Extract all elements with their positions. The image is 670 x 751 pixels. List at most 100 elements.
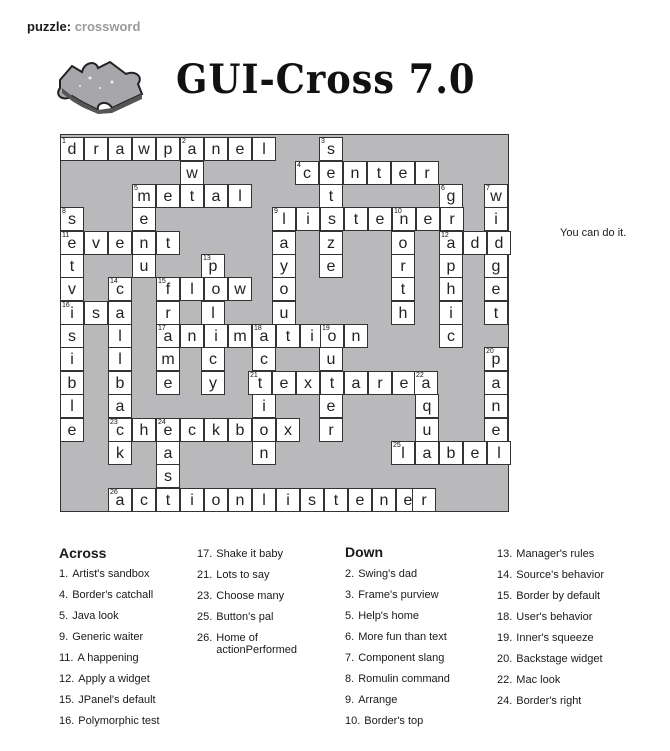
grid-cell[interactable]: r xyxy=(412,488,436,512)
grid-cell[interactable]: p xyxy=(156,137,180,161)
grid-cell[interactable]: s xyxy=(60,324,84,348)
grid-cell[interactable]: l xyxy=(252,488,276,512)
grid-cell[interactable]: u xyxy=(319,347,343,371)
grid-cell[interactable]: 22 a xyxy=(414,371,438,395)
grid-cell[interactable]: e xyxy=(392,371,416,395)
grid-cell[interactable]: g xyxy=(484,254,508,278)
grid-cell[interactable]: a xyxy=(108,301,132,325)
grid-cell[interactable]: s xyxy=(320,207,344,231)
grid-cell[interactable]: u xyxy=(272,301,296,325)
grid-cell[interactable]: 18 a xyxy=(252,324,276,348)
grid-cell[interactable]: m xyxy=(228,324,252,348)
grid-cell[interactable]: h xyxy=(391,301,415,325)
grid-cell[interactable]: l xyxy=(228,184,252,208)
grid-cell[interactable]: n xyxy=(132,231,156,255)
grid-cell[interactable]: e xyxy=(272,371,296,395)
grid-cell[interactable]: n xyxy=(484,394,508,418)
grid-cell[interactable]: t xyxy=(367,161,391,185)
grid-cell[interactable]: 15 f xyxy=(156,277,180,301)
grid-cell[interactable]: w xyxy=(132,137,156,161)
grid-cell[interactable]: t xyxy=(180,184,204,208)
grid-cell[interactable]: p xyxy=(439,254,463,278)
grid-cell[interactable]: 24 e xyxy=(156,418,180,442)
grid-cell[interactable]: t xyxy=(156,488,180,512)
grid-cell[interactable]: a xyxy=(344,371,368,395)
grid-cell[interactable]: 8s xyxy=(60,207,84,231)
grid-cell[interactable]: i xyxy=(439,301,463,325)
grid-cell[interactable]: t xyxy=(320,371,344,395)
grid-cell[interactable]: r xyxy=(156,301,180,325)
grid-cell[interactable]: z xyxy=(319,231,343,255)
grid-cell[interactable]: 4c xyxy=(295,161,319,185)
grid-cell[interactable]: n xyxy=(343,161,367,185)
grid-cell[interactable]: m xyxy=(156,347,180,371)
grid-cell[interactable]: c xyxy=(180,418,204,442)
grid-cell[interactable]: a xyxy=(204,184,228,208)
grid-cell[interactable]: n xyxy=(344,324,368,348)
grid-cell[interactable]: 1d xyxy=(60,137,84,161)
grid-cell[interactable]: a xyxy=(156,441,180,465)
grid-cell[interactable]: 23 c xyxy=(108,418,132,442)
grid-cell[interactable]: e xyxy=(156,371,180,395)
grid-cell[interactable]: n xyxy=(180,324,204,348)
grid-cell[interactable]: e xyxy=(416,207,440,231)
grid-cell[interactable]: e xyxy=(228,137,252,161)
grid-cell[interactable]: i xyxy=(60,347,84,371)
grid-cell[interactable]: q xyxy=(415,394,439,418)
grid-cell[interactable]: t xyxy=(324,488,348,512)
grid-cell[interactable]: e xyxy=(108,231,132,255)
grid-cell[interactable]: u xyxy=(132,254,156,278)
grid-cell[interactable]: e xyxy=(60,418,84,442)
grid-cell[interactable]: w xyxy=(180,161,204,185)
grid-cell[interactable]: r xyxy=(415,161,439,185)
grid-cell[interactable]: e xyxy=(463,441,487,465)
grid-cell[interactable]: o xyxy=(252,418,276,442)
grid-cell[interactable]: b xyxy=(228,418,252,442)
grid-cell[interactable]: l xyxy=(201,301,225,325)
grid-cell[interactable]: u xyxy=(415,418,439,442)
grid-cell[interactable]: 21 t xyxy=(248,371,272,395)
grid-cell[interactable]: 25 l xyxy=(391,441,415,465)
grid-cell[interactable]: h xyxy=(439,277,463,301)
grid-cell[interactable]: r xyxy=(368,371,392,395)
grid-cell[interactable]: e xyxy=(319,161,343,185)
grid-cell[interactable]: r xyxy=(440,207,464,231)
grid-cell[interactable]: 26 a xyxy=(108,488,132,512)
grid-cell[interactable]: n xyxy=(204,137,228,161)
grid-cell[interactable]: 19 o xyxy=(320,324,344,348)
grid-cell[interactable]: 16 i xyxy=(60,301,84,325)
grid-cell[interactable]: l xyxy=(487,441,511,465)
grid-cell[interactable]: k xyxy=(204,418,228,442)
grid-cell[interactable]: t xyxy=(344,207,368,231)
grid-cell[interactable]: 7w xyxy=(484,184,508,208)
grid-cell[interactable]: 10 n xyxy=(392,207,416,231)
grid-cell[interactable]: y xyxy=(272,254,296,278)
grid-cell[interactable]: 5m xyxy=(132,184,156,208)
grid-cell[interactable]: v xyxy=(60,277,84,301)
grid-cell[interactable]: 13 p xyxy=(201,254,225,278)
grid-cell[interactable]: e xyxy=(368,207,392,231)
grid-cell[interactable]: a xyxy=(108,394,132,418)
grid-cell[interactable]: r xyxy=(319,418,343,442)
grid-cell[interactable]: 3s xyxy=(319,137,343,161)
grid-cell[interactable]: t xyxy=(276,324,300,348)
grid-cell[interactable]: i xyxy=(276,488,300,512)
grid-cell[interactable]: i xyxy=(204,324,228,348)
grid-cell[interactable]: o xyxy=(391,231,415,255)
grid-cell[interactable]: h xyxy=(132,418,156,442)
grid-cell[interactable]: v xyxy=(84,231,108,255)
grid-cell[interactable]: t xyxy=(484,301,508,325)
grid-cell[interactable]: i xyxy=(252,394,276,418)
grid-cell[interactable]: l xyxy=(180,277,204,301)
grid-cell[interactable]: 20 p xyxy=(484,347,508,371)
grid-cell[interactable]: 6g xyxy=(439,184,463,208)
grid-cell[interactable]: e xyxy=(319,394,343,418)
grid-cell[interactable]: 9l xyxy=(272,207,296,231)
grid-cell[interactable]: o xyxy=(204,277,228,301)
grid-cell[interactable]: k xyxy=(108,441,132,465)
grid-cell[interactable]: i xyxy=(180,488,204,512)
grid-cell[interactable]: e xyxy=(319,254,343,278)
grid-cell[interactable]: e xyxy=(391,161,415,185)
grid-cell[interactable]: n xyxy=(252,441,276,465)
grid-cell[interactable]: 17 a xyxy=(156,324,180,348)
